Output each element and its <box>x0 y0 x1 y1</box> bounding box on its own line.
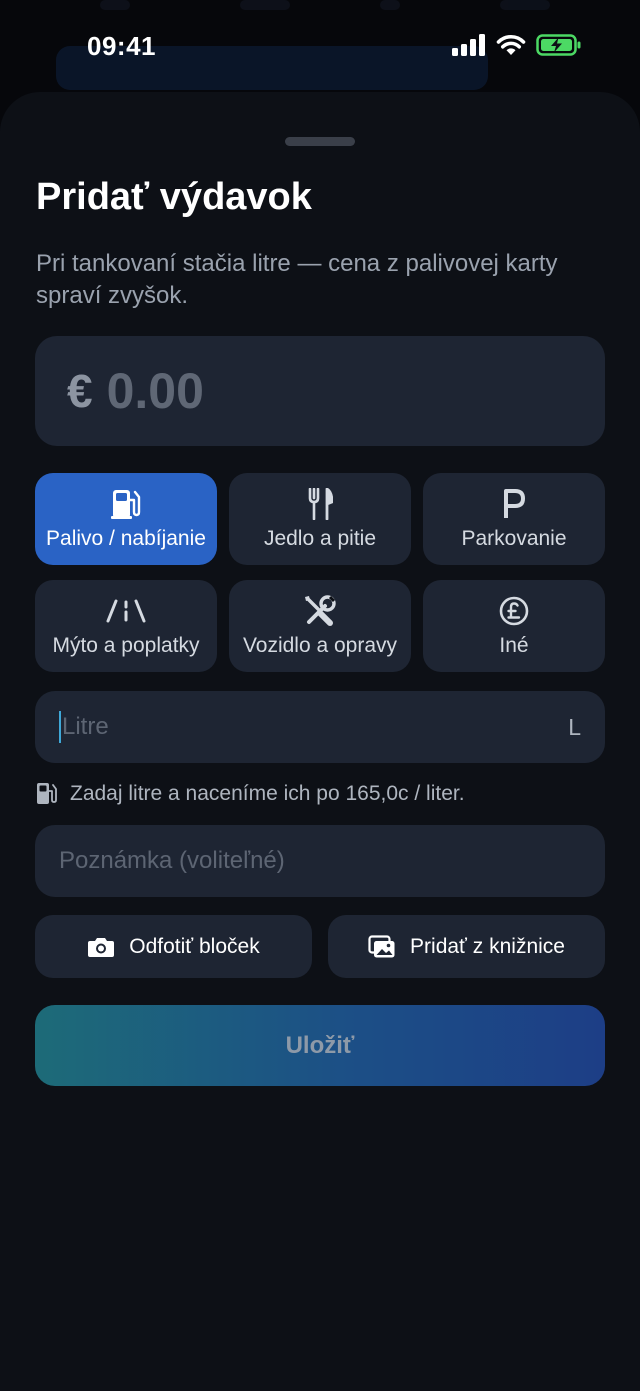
category-fuel[interactable]: Palivo / nabíjanie <box>35 473 217 565</box>
fuel-price-hint-text: Zadaj litre a naceníme ich po 165,0c / l… <box>70 782 465 805</box>
category-label: Palivo / nabíjanie <box>46 527 206 550</box>
category-other[interactable]: Iné <box>423 580 605 672</box>
wifi-icon <box>496 34 526 55</box>
take-photo-button[interactable]: Odfotiť bloček <box>35 915 312 978</box>
currency-symbol: € <box>67 365 93 417</box>
add-from-library-button[interactable]: Pridať z knižnice <box>328 915 605 978</box>
amount-value: 0.00 <box>106 363 204 419</box>
screen: 09:41 Pridať výdavok Pri tankovaní stači… <box>0 0 640 1391</box>
category-label: Parkovanie <box>461 527 567 550</box>
sheet-grabber[interactable] <box>285 137 355 146</box>
note-input[interactable] <box>59 847 581 875</box>
save-button[interactable]: Uložiť <box>35 1005 605 1086</box>
parking-p-icon <box>502 487 526 521</box>
status-time: 09:41 <box>87 31 156 61</box>
fuel-price-hint: Zadaj litre a naceníme ich po 165,0c / l… <box>36 782 465 806</box>
category-parking[interactable]: Parkovanie <box>423 473 605 565</box>
category-label: Vozidlo a opravy <box>242 634 398 657</box>
sheet-title: Pridať výdavok <box>36 176 312 218</box>
status-bar: 09:41 <box>0 0 640 96</box>
text-caret <box>59 711 61 743</box>
category-label: Mýto a poplatky <box>52 634 200 657</box>
fuel-pump-icon <box>37 783 57 804</box>
cellular-signal-icon <box>452 34 485 56</box>
wrench-screwdriver-icon <box>303 594 337 628</box>
category-label: Iné <box>499 634 529 657</box>
category-tolls[interactable]: Mýto a poplatky <box>35 580 217 672</box>
pound-coin-icon <box>499 594 529 628</box>
photo-library-icon <box>368 934 395 957</box>
fork-knife-icon <box>307 487 333 521</box>
status-icons <box>452 34 582 56</box>
take-photo-label: Odfotiť bloček <box>129 934 260 958</box>
add-expense-sheet: Pridať výdavok Pri tankovaní stačia litr… <box>0 92 640 1391</box>
sheet-subtitle: Pri tankovaní stačia litre — cena z pali… <box>36 250 558 309</box>
battery-charging-icon <box>536 34 581 56</box>
category-food[interactable]: Jedlo a pitie <box>229 473 411 565</box>
category-label: Jedlo a pitie <box>263 527 377 550</box>
liters-input[interactable] <box>62 713 569 741</box>
add-from-library-label: Pridať z knižnice <box>410 934 565 958</box>
note-field[interactable] <box>35 825 605 897</box>
category-vehicle[interactable]: Vozidlo a opravy <box>229 580 411 672</box>
road-icon <box>106 594 146 628</box>
liters-unit: L <box>568 713 581 740</box>
amount-input[interactable]: € 0.00 <box>35 336 605 446</box>
camera-icon <box>88 937 115 957</box>
liters-field[interactable]: L <box>35 691 605 763</box>
fuel-pump-icon <box>111 487 141 521</box>
